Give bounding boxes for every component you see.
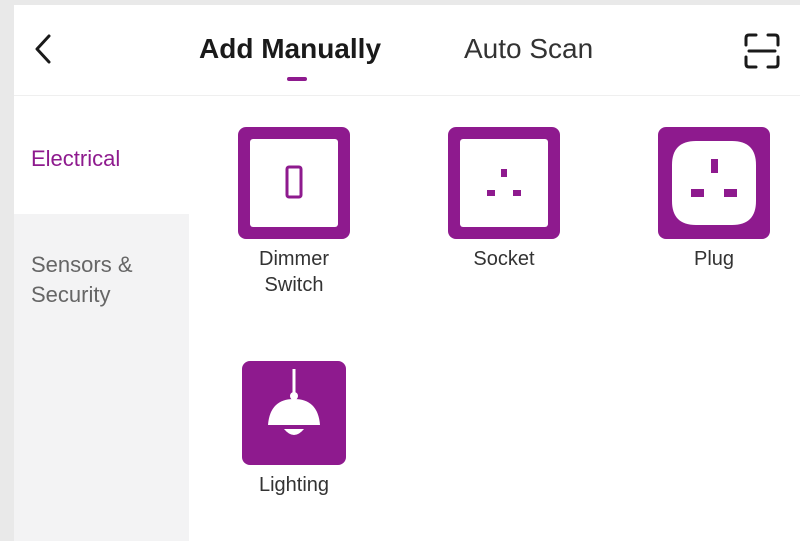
- sidebar-item-label: Sensors & Security: [31, 252, 133, 307]
- device-label: Dimmer Switch: [259, 248, 329, 296]
- chevron-left-icon: [35, 34, 51, 64]
- device-dimmer-switch[interactable]: Dimmer Switch: [224, 127, 364, 298]
- tab-add-manually[interactable]: Add Manually: [199, 31, 381, 67]
- app-screen: Add Manually Auto Scan Electrical Sensor…: [14, 5, 800, 541]
- tab-auto-scan[interactable]: Auto Scan: [464, 31, 593, 67]
- plug-icon: [658, 127, 770, 239]
- category-sidebar: Electrical Sensors & Security: [14, 96, 189, 541]
- device-plug[interactable]: Plug: [644, 127, 784, 272]
- top-bar: Add Manually Auto Scan: [14, 5, 800, 96]
- scan-button[interactable]: [742, 31, 782, 71]
- device-label: Lighting: [258, 474, 330, 496]
- sidebar-item-label: Electrical: [31, 146, 121, 171]
- device-label: Socket: [473, 248, 535, 270]
- active-tab-indicator: [287, 77, 307, 81]
- scan-icon: [744, 33, 780, 69]
- back-button[interactable]: [28, 27, 58, 71]
- device-lighting[interactable]: Lighting: [224, 361, 364, 498]
- socket-icon: [448, 127, 560, 239]
- sidebar-item-electrical[interactable]: Electrical: [14, 96, 189, 214]
- dimmer-switch-icon: [238, 127, 350, 239]
- device-label: Plug: [693, 248, 735, 270]
- sidebar-item-sensors-security[interactable]: Sensors & Security: [14, 214, 189, 324]
- lighting-icon: [242, 361, 346, 465]
- device-socket[interactable]: Socket: [434, 127, 574, 272]
